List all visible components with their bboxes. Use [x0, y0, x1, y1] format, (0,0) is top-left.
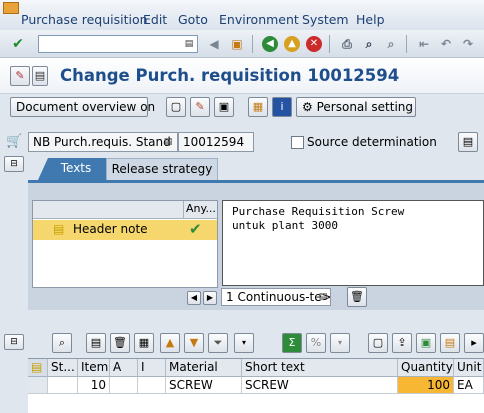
item-detail-icon[interactable]: ⌕ — [52, 333, 72, 353]
personal-setting-button[interactable]: ⚙ Personal setting — [296, 97, 416, 117]
change-icon[interactable]: ✎ — [190, 97, 210, 117]
col-item[interactable]: Item — [78, 359, 110, 377]
print-icon[interactable]: ⎙ — [339, 36, 355, 52]
document-type-field[interactable]: NB Purch.requis. Stand — [28, 132, 178, 152]
next-page-icon[interactable]: ↷ — [460, 36, 476, 52]
menu-purchase-requisition[interactable]: Purchase requisition — [21, 12, 148, 27]
cell-status — [48, 377, 78, 394]
cell-item: 10 — [78, 377, 110, 394]
col-item-category[interactable]: I — [138, 359, 166, 377]
copy-item-icon[interactable]: ▤ — [86, 333, 106, 353]
print-preview-icon[interactable]: ▢ — [368, 333, 388, 353]
save-icon[interactable]: ▣ — [229, 36, 245, 52]
header-details-icon[interactable]: ▤ — [458, 132, 478, 152]
more-icon[interactable]: ▸ — [464, 333, 484, 353]
filter-icon[interactable]: ⏷ — [208, 333, 228, 353]
document-overview-button[interactable]: Document overview on — [10, 97, 155, 117]
display-icon[interactable]: ▣ — [214, 97, 234, 117]
tab-release-strategy[interactable]: Release strategy — [106, 158, 218, 180]
header-note-row[interactable]: ▤ Header note ✔ — [33, 220, 217, 240]
header-note-label: Header note — [73, 222, 148, 236]
layout-icon[interactable]: ▣ — [416, 333, 436, 353]
command-dropdown-icon[interactable]: ▤ — [183, 38, 195, 50]
editor-line-1: Purchase Requisition Screw — [232, 205, 405, 218]
row-selector[interactable] — [28, 377, 48, 394]
menu-bar: Purchase requisition Edit Goto Environme… — [0, 0, 484, 30]
info-icon[interactable]: i — [272, 97, 292, 117]
find-icon[interactable]: ⌕ — [361, 36, 377, 52]
subtotal-dropdown-icon[interactable]: ▾ — [330, 333, 350, 353]
menu-system[interactable]: System — [302, 12, 349, 27]
source-determination-label: Source determination — [307, 135, 437, 149]
exit-icon[interactable]: ▲ — [284, 36, 300, 52]
hold-icon[interactable]: ▦ — [248, 97, 268, 117]
delete-item-icon[interactable]: 🗑 — [110, 333, 130, 353]
select-all-column-icon[interactable]: ▤ — [28, 359, 48, 377]
col-status[interactable]: St... — [48, 359, 78, 377]
cell-material[interactable]: SCREW — [166, 377, 242, 394]
document-type-dropdown-icon[interactable]: ▤ — [160, 134, 176, 150]
menu-environment[interactable]: Environment — [219, 12, 299, 27]
toggle-display-change-icon[interactable]: ✎ — [10, 66, 30, 86]
cell-quantity[interactable]: 100 — [398, 377, 454, 394]
delete-text-icon[interactable]: 🗑 — [347, 287, 367, 307]
cell-item-category[interactable] — [138, 377, 166, 394]
enter-check-icon[interactable]: ✔ — [10, 36, 26, 52]
source-determination-checkbox[interactable] — [291, 136, 304, 149]
personal-setting-icon: ⚙ — [302, 100, 313, 114]
collapse-items-icon[interactable]: ⊟ — [4, 334, 24, 350]
cancel-icon[interactable]: ✕ — [306, 36, 322, 52]
tab-texts[interactable]: Texts — [38, 158, 106, 180]
sum-icon[interactable]: Σ — [282, 333, 302, 353]
subtotal-icon[interactable]: % — [306, 333, 326, 353]
details-icon[interactable]: ▤ — [440, 333, 460, 353]
cell-account-assignment[interactable] — [110, 377, 138, 394]
col-quantity[interactable]: Quantity — [398, 359, 454, 377]
any-column-header: Any... — [186, 202, 216, 215]
shopping-cart-icon[interactable]: 🛒 — [6, 134, 22, 150]
sort-ascending-icon[interactable]: ▲ — [160, 333, 180, 353]
col-unit[interactable]: Unit — [454, 359, 484, 377]
scroll-right-icon[interactable]: ▶ — [203, 291, 217, 305]
select-all-icon[interactable]: ▦ — [134, 333, 154, 353]
command-field[interactable]: ▤ — [38, 35, 198, 53]
application-toolbar: Document overview on ▢ ✎ ▣ ▦ i ⚙ Persona… — [0, 94, 484, 122]
check-mark-icon: ✔ — [189, 220, 202, 238]
note-document-icon: ▤ — [53, 222, 65, 236]
scroll-left-icon[interactable]: ◀ — [187, 291, 201, 305]
title-bar: ✎ ▤ Change Purch. requisition 10012594 — [0, 58, 484, 94]
page-title: Change Purch. requisition 10012594 — [60, 66, 400, 85]
first-page-icon[interactable]: ⇤ — [416, 36, 432, 52]
text-types-list: Any... ▤ Header note ✔ — [32, 200, 218, 288]
export-icon[interactable]: ⇪ — [392, 333, 412, 353]
previous-page-icon[interactable]: ↶ — [438, 36, 454, 52]
format-dropdown-icon[interactable]: ▤ — [315, 289, 331, 305]
sort-descending-icon[interactable]: ▼ — [184, 333, 204, 353]
col-short-text[interactable]: Short text — [242, 359, 398, 377]
editor-line-2: untuk plant 3000 — [232, 219, 338, 232]
create-icon[interactable]: ▢ — [166, 97, 186, 117]
menu-goto[interactable]: Goto — [178, 12, 208, 27]
standard-toolbar: ✔ ▤ ◀ ▣ ◀ ▲ ✕ ⎙ ⌕ ⌕ ⇤ ↶ ↷ — [0, 30, 484, 58]
col-material[interactable]: Material — [166, 359, 242, 377]
filter-dropdown-icon[interactable]: ▾ — [234, 333, 254, 353]
item-toolbar: ⊟ ⌕ ▤ 🗑 ▦ ▲ ▼ ⏷ ▾ Σ % ▾ ▢ ⇪ ▣ ▤ ▸ — [0, 330, 484, 358]
back-icon[interactable]: ◀ — [262, 36, 278, 52]
text-editor[interactable]: Purchase Requisition Screw untuk plant 3… — [222, 200, 484, 286]
menu-help[interactable]: Help — [356, 12, 385, 27]
find-next-icon[interactable]: ⌕ — [383, 36, 399, 52]
collapse-header-icon[interactable]: ⊟ — [4, 156, 24, 172]
items-table: ▤ St... Item A I Material Short text Qua… — [28, 358, 484, 413]
menu-edit[interactable]: Edit — [143, 12, 167, 27]
document-number-field: 10012594 — [178, 132, 254, 152]
cell-short-text[interactable]: SCREW — [242, 377, 398, 394]
back-arrow-icon[interactable]: ◀ — [206, 36, 222, 52]
col-account-assignment[interactable]: A — [110, 359, 138, 377]
other-document-icon[interactable]: ▤ — [32, 66, 48, 86]
cell-unit[interactable]: EA — [454, 377, 484, 394]
sap-window-icon[interactable] — [3, 2, 19, 14]
